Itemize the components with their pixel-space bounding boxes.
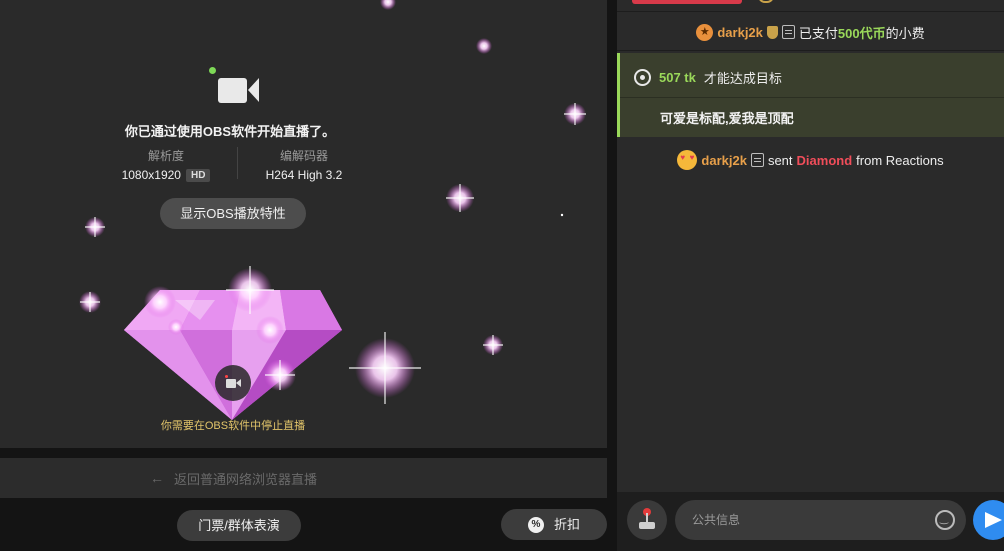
tip-message: ★ darkj2k 已支付500代币的小费: [617, 20, 1004, 44]
camera-overlay-button[interactable]: [215, 365, 251, 401]
resolution-spec: 解析度 1080x1920 HD: [106, 147, 226, 182]
video-camera-icon: [207, 64, 263, 108]
goal-separator: [620, 97, 1004, 98]
emoji-picker-icon[interactable]: [935, 510, 955, 530]
chat-panel: ★ darkj2k 已支付500代币的小费 507 tk 才能达成目标 可爱是标…: [617, 0, 1004, 551]
obs-status-message: 你已通过使用OBS软件开始直播了。: [124, 124, 336, 139]
codec-spec: 编解码器 H264 High 3.2: [244, 147, 364, 182]
show-obs-properties-button[interactable]: 显示OBS播放特性: [160, 198, 306, 229]
pane-divider: [607, 0, 617, 551]
codec-value: H264 High 3.2: [265, 168, 343, 182]
top-icon-edge: [758, 0, 774, 3]
live-status-dot: [209, 67, 216, 74]
reaction-sent-text: sent: [767, 152, 793, 168]
discount-label: 折扣: [553, 517, 580, 532]
tip-text-before: 已支付: [798, 25, 838, 41]
reaction-message: darkj2k sent Diamond from Reactions: [617, 148, 1004, 172]
heart-eyes-emoji-icon: [677, 150, 698, 170]
tip-username[interactable]: darkj2k: [717, 25, 763, 40]
public-message-input[interactable]: [675, 500, 966, 540]
diamond-reaction-animation: [79, 0, 586, 420]
star-badge-icon: ★: [696, 23, 714, 41]
mini-camera-icon: [226, 379, 236, 388]
reaction-username[interactable]: darkj2k: [701, 153, 747, 168]
back-to-browser-broadcast-bar[interactable]: ← 返回普通网络浏览器直播: [0, 458, 607, 498]
back-to-browser-broadcast-label: 返回普通网络浏览器直播: [174, 471, 318, 487]
document-icon: [781, 25, 795, 39]
tip-text-after: 的小费: [885, 25, 925, 41]
shield-icon: [766, 25, 778, 39]
top-action-button-edge[interactable]: [632, 0, 742, 4]
goal-tokens: 507 tk: [659, 70, 696, 85]
chat-separator: [617, 50, 1004, 51]
codec-label: 编解码器: [279, 149, 328, 163]
spec-divider: [237, 147, 238, 179]
reaction-item: Diamond: [796, 152, 853, 168]
chat-separator: [617, 11, 1004, 12]
stream-preview: 你已通过使用OBS软件开始直播了。 解析度 1080x1920 HD 编解码器 …: [0, 0, 607, 448]
chat-message-area[interactable]: [617, 186, 1004, 492]
tip-goal-panel: 507 tk 才能达成目标 可爱是标配,爱我是顶配: [617, 53, 1004, 137]
hd-badge: HD: [185, 168, 211, 182]
arrow-left-icon: ←: [150, 470, 164, 486]
resolution-value: 1080x1920: [121, 168, 181, 182]
document-icon: [750, 153, 764, 167]
discount-button[interactable]: % 折扣: [501, 509, 607, 540]
reaction-from-text: from Reactions: [856, 152, 944, 168]
games-button[interactable]: [627, 500, 667, 540]
resolution-label: 解析度: [147, 149, 184, 163]
goal-label: 才能达成目标: [703, 71, 782, 86]
tip-amount: 500代币: [837, 25, 886, 41]
stop-in-obs-note: 你需要在OBS软件中停止直播: [160, 420, 306, 432]
joystick-icon: [639, 522, 655, 529]
percent-icon: %: [527, 516, 544, 533]
send-icon: [985, 512, 1002, 528]
target-icon: [634, 69, 651, 86]
ticket-show-button[interactable]: 门票/群体表演: [177, 510, 301, 541]
goal-description: 可爱是标配,爱我是顶配: [660, 111, 794, 126]
